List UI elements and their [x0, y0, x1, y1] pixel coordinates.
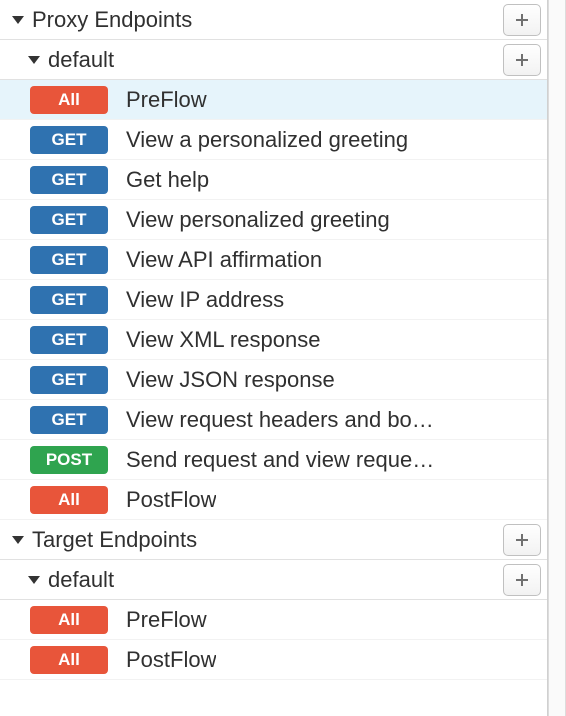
flow-row[interactable]: GET View XML response: [0, 320, 547, 360]
method-badge-post: POST: [30, 446, 108, 474]
chevron-down-icon: [28, 56, 40, 64]
group-header-target-default[interactable]: default: [0, 560, 547, 600]
flow-label: View IP address: [126, 287, 284, 313]
flow-label: View request headers and bo…: [126, 407, 434, 433]
chevron-down-icon: [12, 536, 24, 544]
flow-row[interactable]: GET Get help: [0, 160, 547, 200]
section-title: Target Endpoints: [32, 527, 503, 553]
add-proxy-endpoint-button[interactable]: [503, 4, 541, 36]
method-badge-all: All: [30, 646, 108, 674]
plus-icon: [514, 572, 530, 588]
flow-row[interactable]: All PreFlow: [0, 600, 547, 640]
flow-label: View personalized greeting: [126, 207, 390, 233]
flow-label: PostFlow: [126, 647, 216, 673]
flow-row[interactable]: All PostFlow: [0, 640, 547, 680]
flow-row[interactable]: All PostFlow: [0, 480, 547, 520]
method-badge-all: All: [30, 606, 108, 634]
plus-icon: [514, 12, 530, 28]
endpoints-panel: Proxy Endpoints default All PreFlow GET …: [0, 0, 548, 716]
flow-row[interactable]: GET View API affirmation: [0, 240, 547, 280]
method-badge-get: GET: [30, 166, 108, 194]
method-badge-get: GET: [30, 406, 108, 434]
flow-label: PreFlow: [126, 607, 207, 633]
add-flow-button[interactable]: [503, 44, 541, 76]
scrollbar-gutter[interactable]: [548, 0, 566, 716]
flow-label: View JSON response: [126, 367, 335, 393]
method-badge-all: All: [30, 86, 108, 114]
add-target-endpoint-button[interactable]: [503, 524, 541, 556]
method-badge-get: GET: [30, 206, 108, 234]
section-header-proxy-endpoints[interactable]: Proxy Endpoints: [0, 0, 547, 40]
method-badge-get: GET: [30, 366, 108, 394]
method-badge-get: GET: [30, 326, 108, 354]
flow-row[interactable]: GET View personalized greeting: [0, 200, 547, 240]
flow-label: PostFlow: [126, 487, 216, 513]
flow-row[interactable]: All PreFlow: [0, 80, 547, 120]
flow-row[interactable]: GET View IP address: [0, 280, 547, 320]
chevron-down-icon: [12, 16, 24, 24]
plus-icon: [514, 532, 530, 548]
method-badge-get: GET: [30, 126, 108, 154]
section-title: Proxy Endpoints: [32, 7, 503, 33]
chevron-down-icon: [28, 576, 40, 584]
flow-row[interactable]: GET View JSON response: [0, 360, 547, 400]
flow-label: View API affirmation: [126, 247, 322, 273]
flow-row[interactable]: POST Send request and view reque…: [0, 440, 547, 480]
method-badge-all: All: [30, 486, 108, 514]
section-header-target-endpoints[interactable]: Target Endpoints: [0, 520, 547, 560]
flow-label: Send request and view reque…: [126, 447, 434, 473]
add-flow-button[interactable]: [503, 564, 541, 596]
plus-icon: [514, 52, 530, 68]
group-title: default: [48, 567, 503, 593]
method-badge-get: GET: [30, 286, 108, 314]
method-badge-get: GET: [30, 246, 108, 274]
flow-label: View XML response: [126, 327, 320, 353]
flow-row[interactable]: GET View a personalized greeting: [0, 120, 547, 160]
flow-label: Get help: [126, 167, 209, 193]
flow-label: View a personalized greeting: [126, 127, 408, 153]
flow-row[interactable]: GET View request headers and bo…: [0, 400, 547, 440]
group-title: default: [48, 47, 503, 73]
flow-label: PreFlow: [126, 87, 207, 113]
group-header-proxy-default[interactable]: default: [0, 40, 547, 80]
